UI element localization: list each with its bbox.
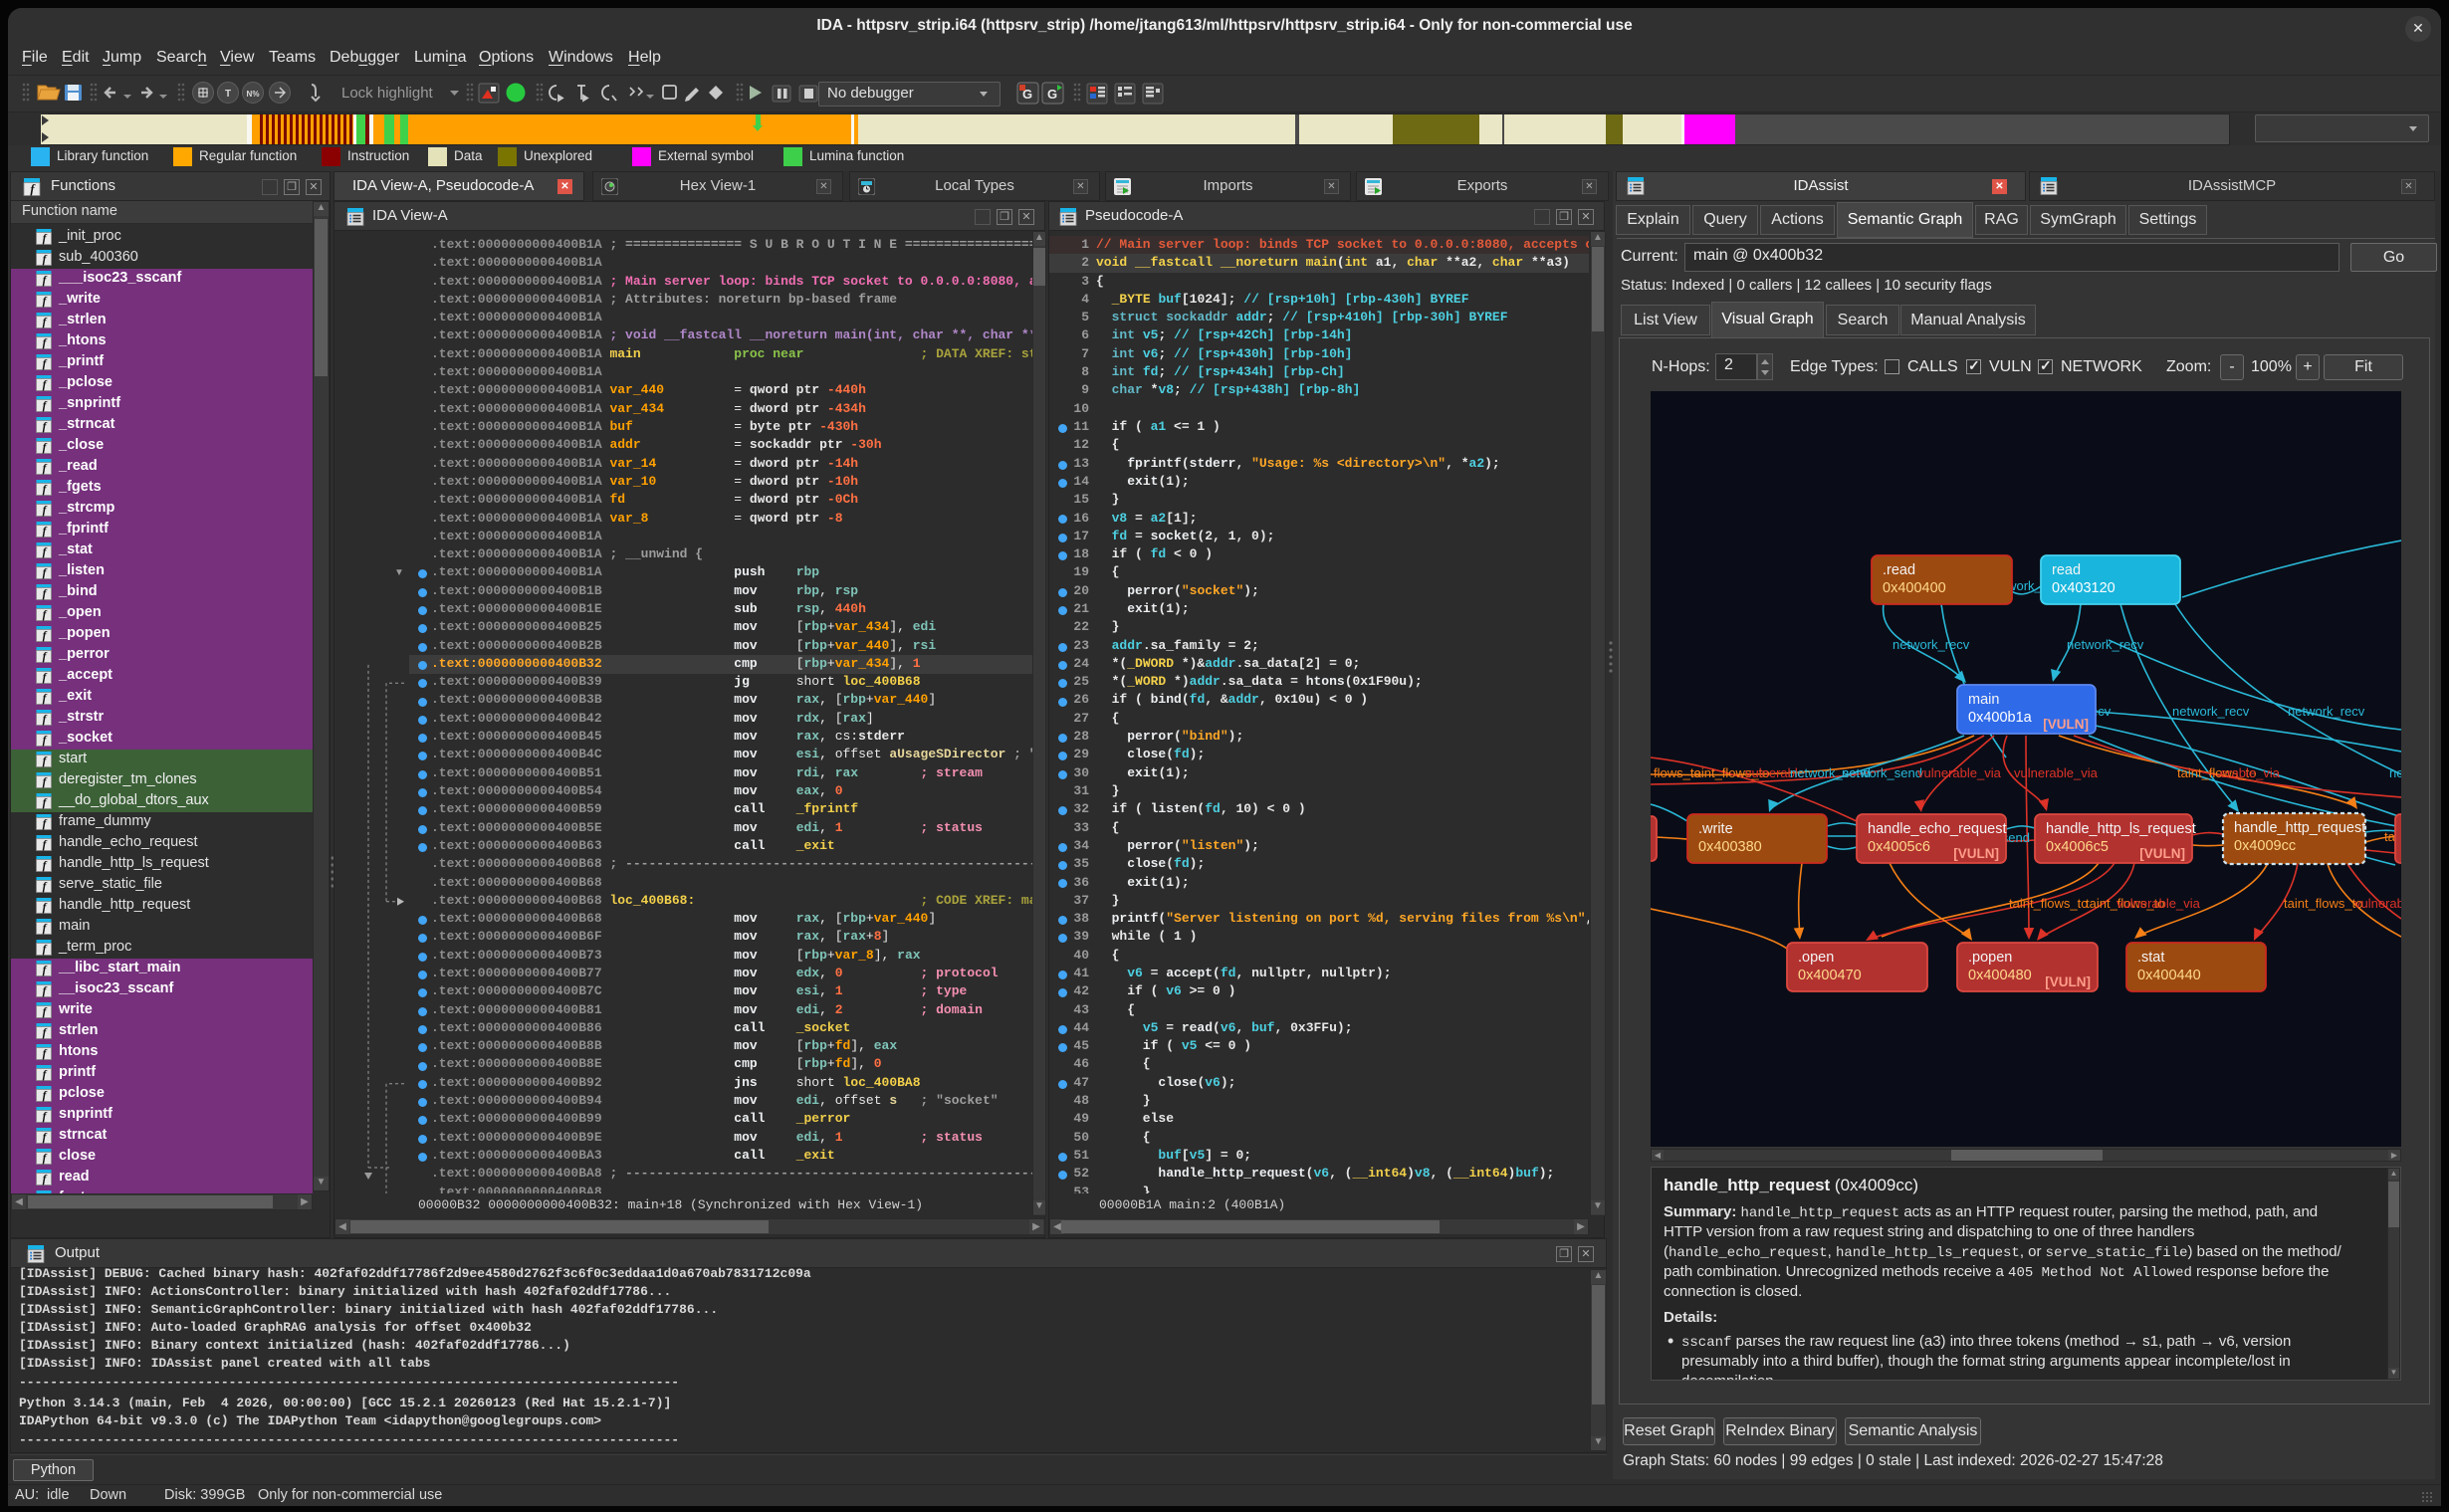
svg-text:erable_via: erable_via — [2220, 765, 2281, 780]
svg-text:.write: .write — [1698, 821, 1733, 837]
svg-text:N%: N% — [247, 90, 260, 99]
svg-text:network_recv: network_recv — [2067, 637, 2144, 652]
svg-text:G: G — [1047, 87, 1057, 102]
svg-text:[VULN]: [VULN] — [2043, 717, 2089, 732]
svg-text:0x400380: 0x400380 — [1698, 839, 1762, 855]
svg-text:0x400b1a: 0x400b1a — [1968, 710, 2033, 726]
svg-text:vulnerable_via: vulnerable_via — [1917, 765, 2002, 780]
svg-text:handle_echo_request: handle_echo_request — [1868, 821, 2006, 837]
svg-text:T: T — [225, 89, 231, 100]
svg-text:handle_http_request: handle_http_request — [2234, 820, 2365, 836]
svg-text:0x400440: 0x400440 — [2137, 968, 2201, 983]
svg-text:network_send: network_send — [1842, 765, 1922, 780]
svg-text:taint_flows_to: taint_flows_to — [2284, 896, 2363, 911]
svg-text:0x4006c5: 0x4006c5 — [2046, 839, 2109, 855]
svg-text:.stat: .stat — [2137, 950, 2164, 966]
svg-text:handle_http_ls_request: handle_http_ls_request — [2046, 821, 2196, 837]
svg-text:network_recv: network_recv — [2172, 704, 2250, 719]
svg-text:[VULN]: [VULN] — [2139, 846, 2185, 861]
svg-text:netw: netw — [2389, 765, 2401, 780]
svg-text:0x4009cc: 0x4009cc — [2234, 838, 2296, 854]
svg-text:taint_flows_to: taint_flows_to — [2009, 896, 2089, 911]
svg-text:read: read — [2052, 562, 2081, 578]
svg-text:vulnerable_via: vulnerable_via — [2014, 765, 2099, 780]
svg-text:[VULN]: [VULN] — [2045, 974, 2091, 989]
svg-text:0x400400: 0x400400 — [1883, 580, 1946, 596]
svg-text:.popen: .popen — [1968, 950, 2012, 966]
svg-text:0x400470: 0x400470 — [1798, 968, 1862, 983]
svg-text:.open: .open — [1798, 950, 1834, 966]
svg-text:[VULN]: [VULN] — [1953, 846, 1999, 861]
svg-text:main: main — [1968, 692, 1999, 708]
svg-text:0x403120: 0x403120 — [2052, 580, 2115, 596]
svg-text:network_recv: network_recv — [1892, 637, 1970, 652]
svg-text:vulnerable_via: vulnerable_via — [2116, 896, 2201, 911]
svg-text:vulnerabl: vulnerabl — [2354, 896, 2401, 911]
svg-text:Lock highlight: Lock highlight — [341, 85, 434, 102]
svg-text:0x400480: 0x400480 — [1968, 968, 2032, 983]
svg-text:0x4005c6: 0x4005c6 — [1868, 839, 1930, 855]
svg-text:network_recv: network_recv — [2288, 704, 2365, 719]
svg-text:.read: .read — [1883, 562, 1915, 578]
